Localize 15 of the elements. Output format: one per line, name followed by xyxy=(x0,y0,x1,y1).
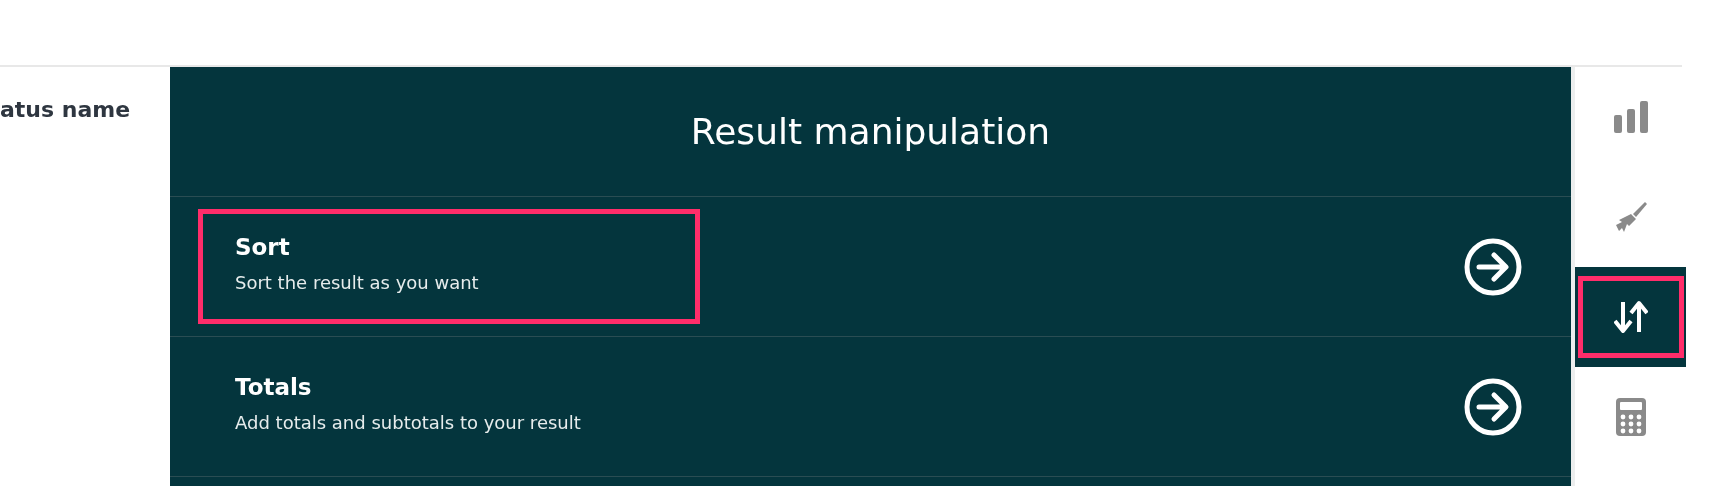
option-title: Sort xyxy=(235,234,291,260)
toolbar-button[interactable] xyxy=(1575,267,1686,367)
option-description: Sort the result as you want xyxy=(235,272,480,293)
option-description: Add totals and subtotals to your result xyxy=(235,412,582,433)
option-row[interactable]: Totals Add totals and subtotals to your result xyxy=(170,337,1571,477)
column-header: atus name xyxy=(0,97,132,122)
calculator-icon xyxy=(1615,398,1646,436)
arrow-circle-icon[interactable] xyxy=(1463,236,1523,297)
sort-arrows-icon xyxy=(1613,300,1648,334)
option-title: Totals xyxy=(235,374,313,400)
panel-title: Result manipulation xyxy=(170,67,1571,197)
bar-chart-icon xyxy=(1613,101,1648,133)
arrow-circle-icon[interactable] xyxy=(1463,376,1523,437)
paintbrush-icon xyxy=(1613,200,1648,234)
option-row[interactable]: Sort Sort the result as you want xyxy=(170,197,1571,337)
